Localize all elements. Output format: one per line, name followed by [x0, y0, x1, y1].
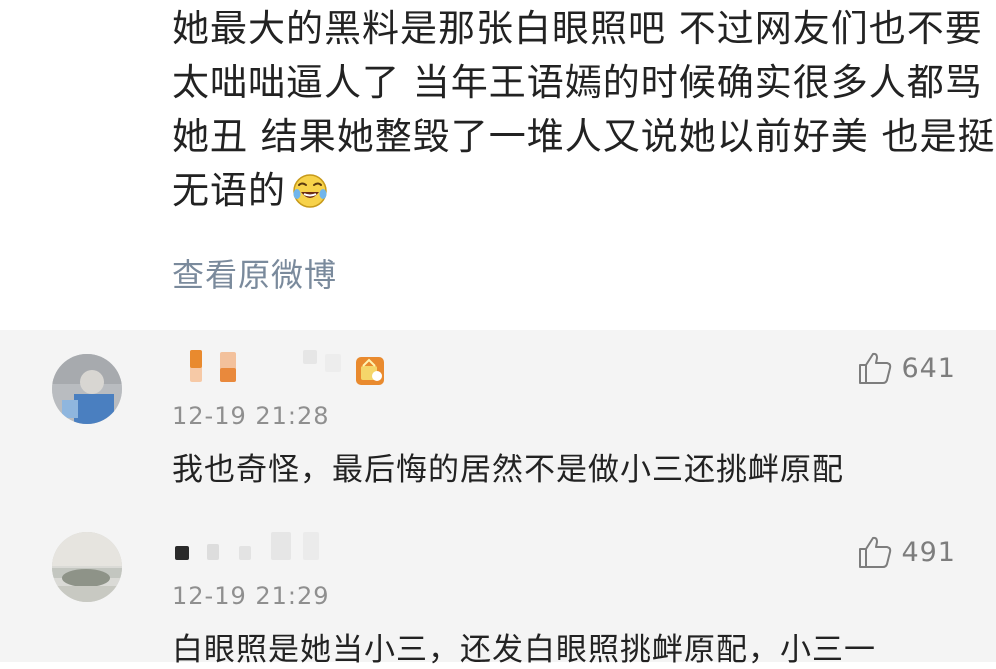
avatar-image: [52, 532, 122, 602]
weibo-post: 她最大的黑料是那张白眼照吧 不过网友们也不要 太咄咄逼人了 当年王语嫣的时候确实…: [0, 0, 996, 330]
like-count: 641: [901, 352, 956, 384]
comment-list: 12-19 21:28 我也奇怪，最后悔的居然不是做小三还挑衅原配 641 12…: [0, 330, 996, 668]
post-line-last: 无语的: [172, 164, 972, 218]
thumbs-up-icon: [859, 352, 892, 384]
like-button[interactable]: 641: [857, 348, 956, 388]
post-line: 太咄咄逼人了 当年王语嫣的时候确实很多人都骂: [172, 61, 983, 104]
like-count: 491: [901, 536, 956, 568]
thumbs-up-icon: [859, 536, 892, 568]
post-line: 她最大的黑料是那张白眼照吧 不过网友们也不要: [172, 7, 983, 50]
laugh-cry-emoji-icon: [293, 174, 327, 208]
comment-text: 我也奇怪，最后悔的居然不是做小三还挑衅原配: [172, 452, 844, 488]
post-body: 她最大的黑料是那张白眼照吧 不过网友们也不要 太咄咄逼人了 当年王语嫣的时候确实…: [172, 2, 996, 218]
post-line: 她丑 结果她整毁了一堆人又说她以前好美 也是挺: [172, 115, 996, 158]
vip-badge-icon: [356, 357, 384, 385]
avatar[interactable]: [52, 354, 122, 424]
comment-text: 白眼照是她当小三，还发白眼照挑衅原配，小三一: [172, 632, 876, 668]
comment-username-blurred[interactable]: [175, 532, 435, 572]
view-original-link[interactable]: 查看原微博: [172, 250, 337, 296]
comment-username-blurred[interactable]: [175, 350, 435, 390]
comment-time: 12-19 21:29: [172, 582, 330, 610]
like-button[interactable]: 491: [857, 532, 956, 572]
post-line-text: 无语的: [172, 169, 286, 212]
comment-time: 12-19 21:28: [172, 402, 330, 430]
avatar[interactable]: [52, 532, 122, 602]
avatar-image: [52, 354, 122, 424]
